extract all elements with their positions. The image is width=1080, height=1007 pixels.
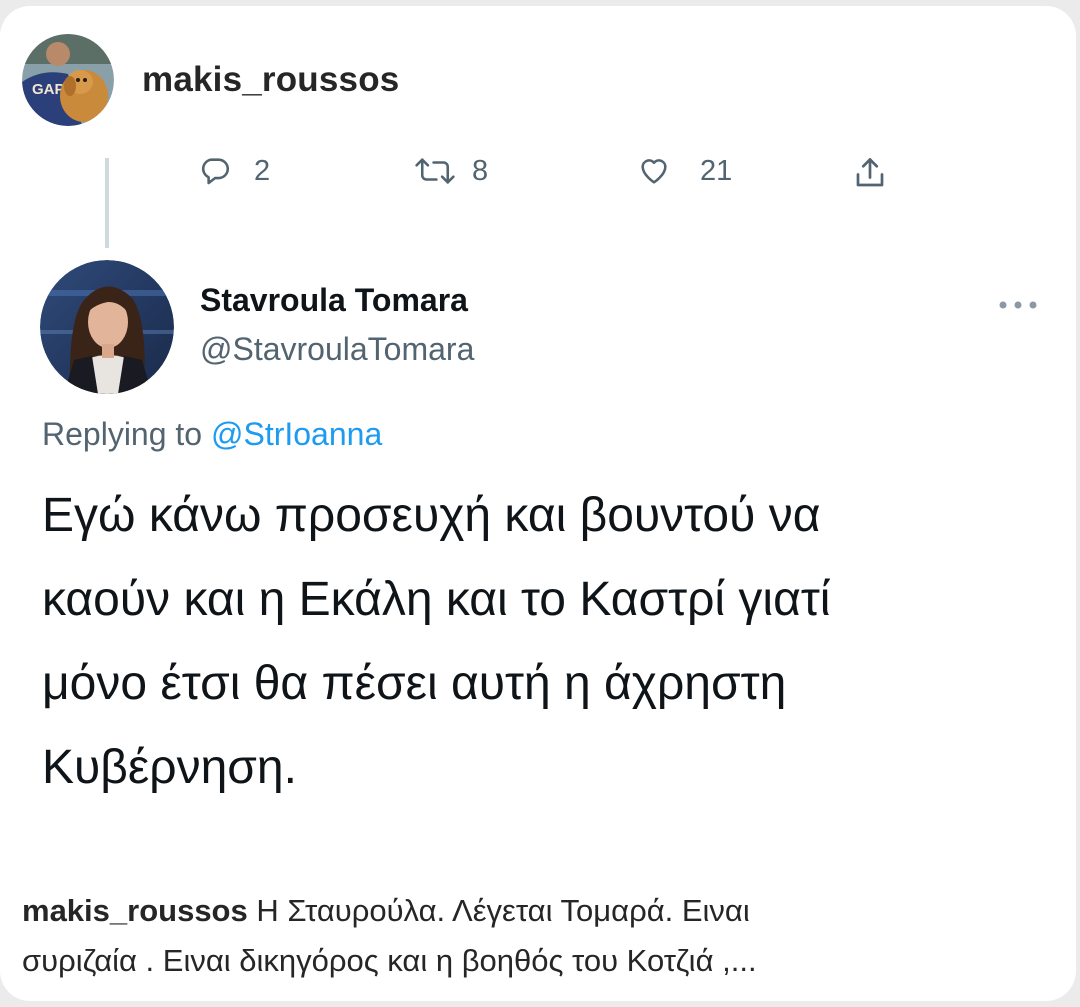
caption-line: συριζαία . Ειναι δικηγόρος και η βοηθός … <box>22 943 757 978</box>
tweet-text-line: Κυβέρνηση. <box>42 741 297 794</box>
tweet-author-handle[interactable]: @StavroulaTomara <box>200 331 474 368</box>
share-action[interactable] <box>852 154 888 192</box>
like-action[interactable]: 21 <box>636 154 732 188</box>
tweet-text-line: Εγώ κάνω προσευχή και βουντού να <box>42 489 821 542</box>
instagram-caption: makis_roussos Η Σταυρούλα. Λέγεται Τομαρ… <box>22 886 1062 986</box>
retweet-icon <box>412 154 458 188</box>
screenshot-card: GAP makis_roussos 2 8 21 Stavroula Tomar… <box>0 6 1076 1001</box>
tweet-text: Εγώ κάνω προσευχή και βουντού να καούν κ… <box>42 474 1042 810</box>
retweet-action[interactable]: 8 <box>412 154 488 188</box>
caption-line: makis_roussos Η Σταυρούλα. Λέγεται Τομαρ… <box>22 886 1062 936</box>
instagram-username[interactable]: makis_roussos <box>142 60 399 100</box>
reply-icon <box>198 154 232 188</box>
reply-count: 2 <box>254 154 271 187</box>
previous-tweet-actions: 2 8 21 <box>0 146 1076 202</box>
replying-to-prefix: Replying to <box>42 416 211 452</box>
like-icon <box>636 154 672 188</box>
tweet-text-line: μόνο έτσι θα πέσει αυτή η άχρηστη <box>42 657 787 710</box>
share-icon <box>852 154 888 192</box>
replying-to-line: Replying to @StrIoanna <box>42 416 382 453</box>
caption-text: Η Σταυρούλα. Λέγεται Τομαρά. Ειναι <box>247 893 750 928</box>
like-count: 21 <box>700 154 733 187</box>
instagram-avatar[interactable]: GAP <box>22 34 114 126</box>
retweet-count: 8 <box>472 154 489 187</box>
reply-action[interactable]: 2 <box>198 154 270 188</box>
replying-to-mention[interactable]: @StrIoanna <box>211 416 382 452</box>
more-icon[interactable] <box>996 298 1040 312</box>
tweet-author-name[interactable]: Stavroula Tomara <box>200 282 468 319</box>
tweet-text-line: καούν και η Εκάλη και το Καστρί γιατί <box>42 573 831 626</box>
tweet-author-avatar[interactable] <box>40 260 174 394</box>
svg-text:GAP: GAP <box>32 81 65 98</box>
caption-username[interactable]: makis_roussos <box>22 893 248 928</box>
instagram-post-header: GAP makis_roussos <box>22 34 399 126</box>
